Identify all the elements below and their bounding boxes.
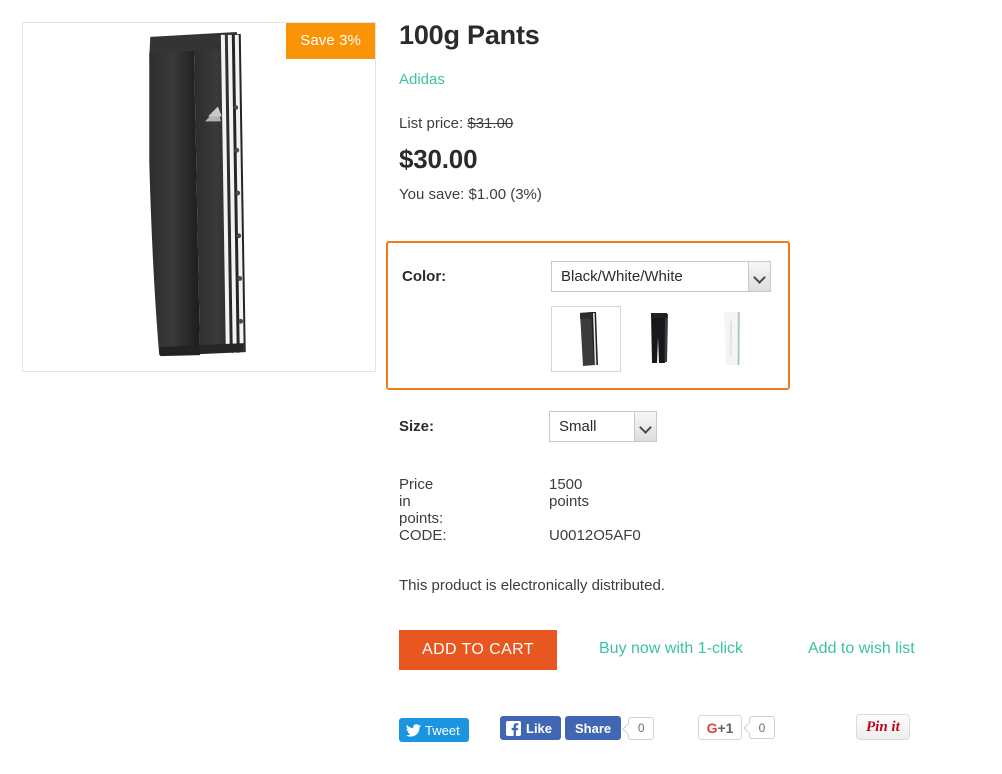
- color-swatch-list: [551, 306, 767, 372]
- tweet-label: Tweet: [425, 722, 460, 738]
- twitter-bird-icon: [406, 723, 421, 737]
- product-image-frame[interactable]: Save 3%: [22, 22, 376, 372]
- list-price-value: $31.00: [467, 115, 514, 133]
- product-image-pants: [23, 23, 375, 371]
- color-swatch-white[interactable]: [697, 306, 767, 372]
- price: $30.00: [399, 144, 478, 175]
- twitter-tweet-button[interactable]: Tweet: [399, 718, 469, 742]
- google-plus-group: G +1 0: [698, 715, 775, 740]
- social-share-row: Tweet Like Share 0 G +1 0 Pin it: [399, 714, 959, 754]
- facebook-share-group: Like Share 0: [500, 716, 655, 740]
- facebook-share-label: Share: [575, 720, 612, 736]
- color-swatch-black[interactable]: [624, 306, 694, 372]
- add-to-cart-button[interactable]: ADD TO CART: [399, 630, 557, 670]
- product-details: 100g Pants Adidas List price: $31.00 $30…: [399, 20, 979, 203]
- color-option-box: Color: Black/White/White: [386, 241, 790, 390]
- brand-link[interactable]: Adidas: [399, 71, 445, 88]
- facebook-share-count: 0: [628, 716, 655, 740]
- page-title: 100g Pants: [399, 20, 540, 50]
- facebook-f-icon: [506, 720, 521, 736]
- product-page: Save 3% 100g Pants Adidas List price: $3…: [0, 0, 1002, 774]
- facebook-like-button[interactable]: Like: [500, 716, 562, 740]
- price-in-points-value: 1500 points: [549, 476, 590, 510]
- chevron-down-icon: [748, 262, 770, 291]
- google-g-icon: G: [706, 719, 718, 736]
- electronic-distribution-note: This product is electronically distribut…: [399, 577, 665, 594]
- google-plus-count: 0: [749, 716, 775, 739]
- price-in-points-label: Price in points:: [399, 476, 444, 527]
- color-swatch-black-white-white[interactable]: [551, 306, 621, 372]
- size-select[interactable]: Small: [549, 411, 657, 442]
- code-value: U0012O5AF0: [549, 527, 641, 544]
- code-label: CODE:: [399, 527, 447, 544]
- google-plus-one-label: +1: [717, 719, 734, 736]
- facebook-like-label: Like: [526, 720, 553, 736]
- color-select-value: Black/White/White: [561, 268, 683, 285]
- google-plus-one-button[interactable]: G +1: [698, 715, 742, 740]
- add-to-wish-list-link[interactable]: Add to wish list: [808, 640, 915, 658]
- color-select[interactable]: Black/White/White: [551, 261, 771, 292]
- save-badge: Save 3%: [286, 23, 375, 59]
- pinterest-label: Pin it: [866, 718, 900, 735]
- facebook-share-button[interactable]: Share: [565, 716, 622, 740]
- chevron-down-icon: [634, 412, 656, 441]
- list-price-row: List price: $31.00: [399, 115, 979, 132]
- buy-now-one-click-link[interactable]: Buy now with 1-click: [599, 640, 743, 658]
- pinterest-pin-it-button[interactable]: Pin it: [856, 714, 910, 740]
- you-save: You save: $1.00 (3%): [399, 186, 542, 204]
- color-label: Color:: [402, 268, 447, 285]
- size-label: Size:: [399, 418, 435, 435]
- list-price-label: List price:: [399, 115, 464, 133]
